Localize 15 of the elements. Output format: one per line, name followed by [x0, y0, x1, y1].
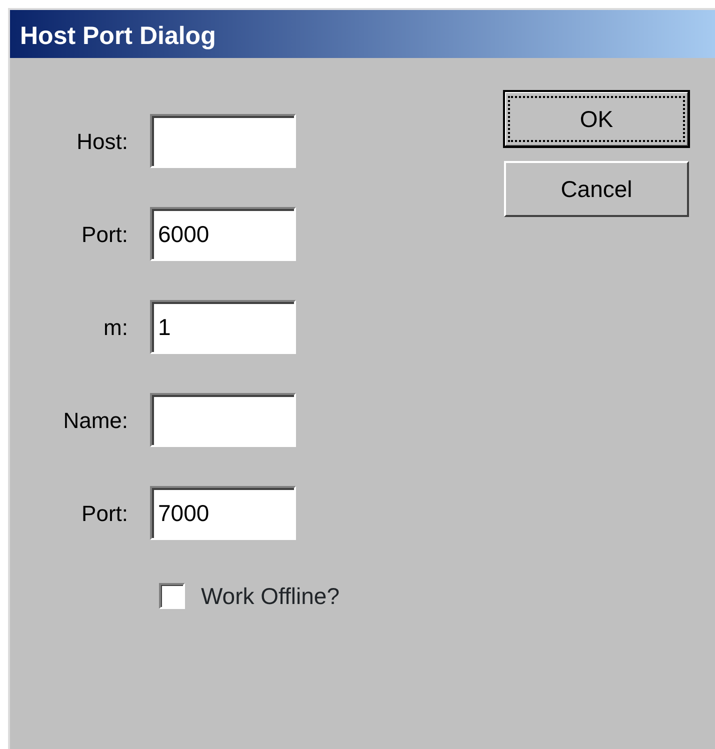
- input-field[interactable]: [150, 114, 296, 168]
- window-title: Host Port Dialog: [10, 10, 715, 58]
- input-field[interactable]: 7000: [150, 486, 296, 540]
- field-label: Port:: [80, 500, 129, 528]
- field-label: Host:: [76, 128, 129, 156]
- cancel-button[interactable]: Cancel: [504, 161, 689, 217]
- checkbox[interactable]: [159, 583, 185, 610]
- input-field[interactable]: [150, 393, 296, 447]
- input-field[interactable]: 1: [150, 300, 296, 354]
- checkbox-label[interactable]: Work Offline?: [201, 579, 340, 614]
- field-label: m:: [102, 314, 129, 342]
- field-label: Name:: [62, 406, 129, 434]
- field-label: Port:: [80, 220, 129, 248]
- ok-button[interactable]: OK: [504, 91, 689, 147]
- input-field[interactable]: 6000: [150, 207, 296, 261]
